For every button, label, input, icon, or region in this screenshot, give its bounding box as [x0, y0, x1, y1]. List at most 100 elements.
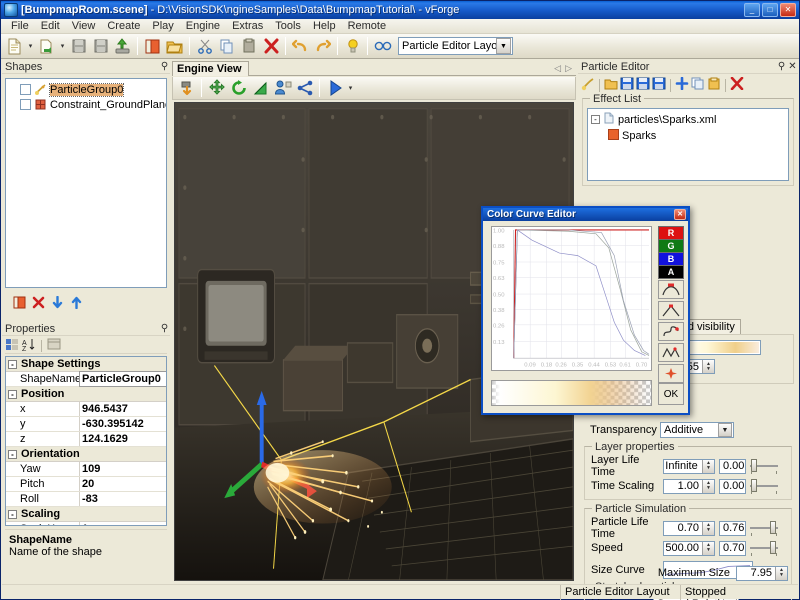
property-row-z[interactable]: z 124.1629 [6, 432, 166, 447]
channel-button-a[interactable]: A [658, 265, 684, 279]
menu-item-edit[interactable]: Edit [35, 19, 66, 34]
add-layer-icon[interactable] [675, 76, 689, 93]
time-scaling-slider[interactable] [750, 478, 778, 494]
time-scaling-random-field[interactable]: 0.00 [719, 478, 746, 494]
property-pages-icon[interactable] [47, 338, 61, 353]
menu-item-file[interactable]: File [5, 19, 35, 34]
property-value[interactable]: 109 [80, 462, 166, 476]
curve-s-icon[interactable] [658, 322, 684, 341]
property-value[interactable]: -630.395142 [80, 417, 166, 431]
layer-life-time-slider[interactable] [750, 458, 778, 474]
delete-layer-icon[interactable] [730, 76, 744, 93]
save-as-effect-icon[interactable] [636, 77, 650, 93]
new-layer-icon[interactable] [142, 36, 163, 57]
tab-prev-icon[interactable]: ◁ [554, 63, 561, 74]
paste-icon[interactable] [238, 36, 259, 57]
property-row-pitch[interactable]: Pitch 20 [6, 477, 166, 492]
close-button[interactable]: ✕ [780, 3, 796, 17]
speed-spinner[interactable]: 500.00 ▲ ▼ [663, 540, 715, 556]
property-row-roll[interactable]: Roll -83 [6, 492, 166, 507]
channel-button-b[interactable]: B [658, 252, 684, 266]
effect-tree-child[interactable]: Sparks [588, 128, 788, 144]
open-effect-icon[interactable] [604, 77, 618, 93]
property-value[interactable]: 20 [80, 477, 166, 491]
curve-random-icon[interactable] [658, 364, 684, 383]
link-icon[interactable] [272, 78, 293, 99]
new-shape-icon[interactable] [13, 296, 26, 312]
copy-icon[interactable] [216, 36, 237, 57]
curve-smooth-icon[interactable] [658, 280, 684, 299]
speed-spin-buttons[interactable]: ▲ ▼ [702, 541, 714, 555]
properties-grid[interactable]: - Shape Settings ShapeName ParticleGroup0- P… [5, 356, 167, 526]
time-scaling-spin-buttons[interactable]: ▲ ▼ [702, 479, 714, 493]
channel-button-g[interactable]: G [658, 239, 684, 253]
property-value[interactable]: 946.5437 [80, 402, 166, 416]
shapes-tree-item-particlegroup0[interactable]: ParticleGroup0 [6, 82, 166, 97]
category-expander[interactable]: - [8, 509, 17, 519]
paste-layer-icon[interactable] [707, 77, 721, 93]
curve-zigzag-icon[interactable] [658, 343, 684, 362]
new-effect-icon[interactable] [581, 77, 595, 94]
save-effect-icon[interactable] [620, 77, 634, 93]
cut-icon[interactable] [194, 36, 215, 57]
chevron-down-icon[interactable]: ▼ [718, 423, 732, 437]
play-icon[interactable] [324, 78, 345, 99]
tab-engine-view[interactable]: Engine View [172, 61, 249, 76]
save-all-icon[interactable] [90, 36, 111, 57]
menu-item-tools[interactable]: Tools [269, 19, 307, 34]
connect-icon[interactable] [294, 78, 315, 99]
particle-life-time-random-field[interactable]: 0.76 [719, 520, 746, 536]
menu-item-view[interactable]: View [66, 19, 102, 34]
color-gradient-strip[interactable] [491, 380, 652, 406]
close-icon[interactable]: ✕ [787, 61, 798, 72]
menu-item-remote[interactable]: Remote [342, 19, 393, 34]
tab-next-icon[interactable]: ▷ [565, 63, 572, 74]
open-scene-dropdown[interactable]: ▾ [58, 36, 67, 56]
layout-combo-caret-icon[interactable]: ▼ [496, 38, 511, 54]
menu-item-engine[interactable]: Engine [180, 19, 226, 34]
property-row-y[interactable]: y -630.395142 [6, 417, 166, 432]
property-category-position[interactable]: - Position [6, 387, 166, 402]
close-icon[interactable]: ✕ [674, 209, 686, 220]
move-icon[interactable] [206, 78, 227, 99]
property-value[interactable]: -83 [80, 492, 166, 506]
delete-icon[interactable] [260, 36, 281, 57]
property-row-scalex[interactable]: ScaleX1 [6, 522, 166, 525]
menu-item-play[interactable]: Play [146, 19, 179, 34]
category-expander[interactable]: - [8, 449, 17, 459]
ok-button[interactable]: OK [658, 383, 684, 405]
property-value[interactable]: 1 [80, 522, 166, 525]
particle-life-time-spin-buttons[interactable]: ▲ ▼ [702, 521, 714, 535]
color-curve-plot[interactable]: 1.00 0.88 0.75 0.63 0.50 0.38 0.26 0.13 0.09 0.18… [491, 226, 652, 371]
property-category-shape-settings[interactable]: - Shape Settings [6, 357, 166, 372]
layout-combo[interactable]: Particle Editor Layout ▼ [398, 37, 513, 55]
shapes-tree[interactable]: ParticleGroup0 Constraint_GroundPlane0 [5, 78, 167, 288]
particle-life-time-spinner[interactable]: 0.70 ▲ ▼ [663, 520, 715, 536]
alpha-spin-buttons[interactable]: ▲ ▼ [702, 360, 714, 373]
categorized-icon[interactable] [5, 338, 19, 354]
property-value[interactable]: ParticleGroup0 [79, 371, 166, 387]
visibility-icon[interactable] [372, 36, 393, 57]
save-icon[interactable] [68, 36, 89, 57]
layer-life-time-random-field[interactable]: 0.00 [719, 458, 746, 474]
time-scaling-spinner[interactable]: 1.00 ▲ ▼ [663, 478, 715, 494]
pin-icon[interactable]: ⚲ [159, 323, 170, 334]
layer-life-time-spinner[interactable]: Infinite ▲ ▼ [663, 458, 715, 474]
speed-slider[interactable] [750, 540, 778, 556]
play-dropdown[interactable]: ▾ [346, 78, 355, 98]
redo-icon[interactable] [312, 36, 333, 57]
open-scene-icon[interactable] [36, 36, 57, 57]
shape-checkbox[interactable] [20, 99, 31, 110]
pick-mode-icon[interactable] [176, 78, 197, 99]
maximum-size-spinner[interactable]: 7.95 ▲ ▼ [736, 565, 788, 581]
delete-shape-icon[interactable] [32, 296, 45, 312]
property-category-scaling[interactable]: - Scaling [6, 507, 166, 522]
shapes-tree-item-constraint-groundplane0[interactable]: Constraint_GroundPlane0 [6, 97, 166, 112]
new-scene-icon[interactable] [4, 36, 25, 57]
property-row-yaw[interactable]: Yaw 109 [6, 462, 166, 477]
maximize-button[interactable]: □ [762, 3, 778, 17]
effect-tree-root[interactable]: - particles\Sparks.xml [588, 109, 788, 128]
alphabetical-icon[interactable]: AZ [22, 338, 36, 354]
maximum-size-spin-buttons[interactable]: ▲ ▼ [775, 566, 787, 580]
new-scene-dropdown[interactable]: ▾ [26, 36, 35, 56]
